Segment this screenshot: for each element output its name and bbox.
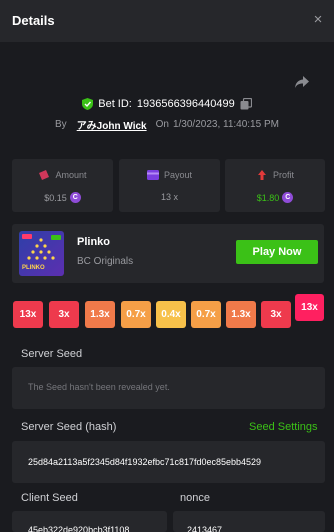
stat-payout-value: 13 x [160, 192, 178, 202]
seed-settings-link[interactable]: Seed Settings [249, 421, 318, 433]
stat-payout: Payout 13 x [119, 159, 220, 212]
server-seed-field: The Seed hasn't been revealed yet. [12, 367, 325, 409]
stat-profit: Profit $1.80 C [225, 159, 325, 212]
multiplier-slot: 1.3x [85, 301, 115, 328]
multiplier-slot-active: 13x [295, 294, 324, 321]
server-hash-field[interactable]: 25d84a2113a5f2345d84f1932efbc71c817fd0ec… [12, 441, 325, 483]
game-provider: BC Originals [77, 256, 134, 267]
bet-id-value: 1936566396440499 [136, 98, 235, 110]
nonce-field[interactable]: 2413467 [173, 511, 325, 532]
bet-id-label: Bet ID: [98, 98, 132, 110]
bet-id-row: Bet ID: 1936566396440499 [0, 96, 334, 112]
amount-icon [39, 170, 50, 180]
bet-datetime: 1/30/2023, 11:40:15 PM [172, 118, 279, 130]
client-seed-field[interactable]: 45eb322de920bcb3f1108 [12, 511, 167, 532]
username-link[interactable]: アみJohn Wick [77, 117, 147, 132]
coin-icon: C [282, 192, 294, 203]
multiplier-slot: 13x [13, 301, 43, 328]
plinko-thumbnail-text: PLINKO [22, 265, 45, 271]
client-seed-label: Client Seed [21, 492, 78, 504]
nonce-value: 2413467 [187, 525, 223, 532]
stat-amount-label: Amount [55, 170, 87, 180]
profit-icon [257, 170, 266, 180]
server-hash-label: Server Seed (hash) [21, 421, 117, 433]
multiplier-slot: 0.7x [121, 301, 151, 328]
page-title: Details [12, 13, 55, 28]
share-icon[interactable] [293, 73, 311, 91]
plinko-thumbnail[interactable]: PLINKO [19, 231, 64, 276]
nonce-label: nonce [180, 492, 210, 504]
game-name: Plinko [77, 236, 111, 248]
payout-icon [146, 170, 159, 180]
multiplier-slot: 3x [261, 301, 291, 328]
stat-profit-label: Profit [272, 170, 294, 180]
game-card: PLINKO Plinko BC Originals Play Now [12, 224, 324, 283]
stat-profit-value: $1.80 [256, 192, 280, 203]
multiplier-row: 13x 3x 1.3x 0.7x 0.4x 0.7x 1.3x 3x 13x [11, 294, 325, 330]
copy-icon[interactable] [240, 98, 252, 110]
multiplier-slot: 3x [49, 301, 79, 328]
stat-amount: Amount $0.15 C [12, 159, 113, 212]
on-label: On [155, 118, 169, 130]
multiplier-slot: 0.4x [156, 301, 186, 328]
details-header: Details × [0, 0, 334, 42]
multiplier-slot: 1.3x [226, 301, 256, 328]
close-icon[interactable]: × [311, 12, 325, 28]
multiplier-slot: 0.7x [191, 301, 221, 328]
server-seed-label: Server Seed [21, 348, 83, 360]
stat-amount-value: $0.15 [44, 192, 67, 203]
play-now-button[interactable]: Play Now [236, 240, 318, 264]
server-seed-value: The Seed hasn't been revealed yet. [28, 382, 170, 392]
server-hash-value: 25d84a2113a5f2345d84f1932efbc71c817fd0ec… [28, 457, 262, 467]
coin-icon: C [69, 192, 81, 203]
stat-payout-label: Payout [163, 170, 193, 180]
bet-author-row: By アみJohn Wick On 1/30/2023, 11:40:15 PM [0, 117, 334, 132]
client-seed-value: 45eb322de920bcb3f1108 [28, 525, 130, 532]
by-label: By [55, 118, 67, 130]
shield-check-icon [82, 98, 94, 110]
